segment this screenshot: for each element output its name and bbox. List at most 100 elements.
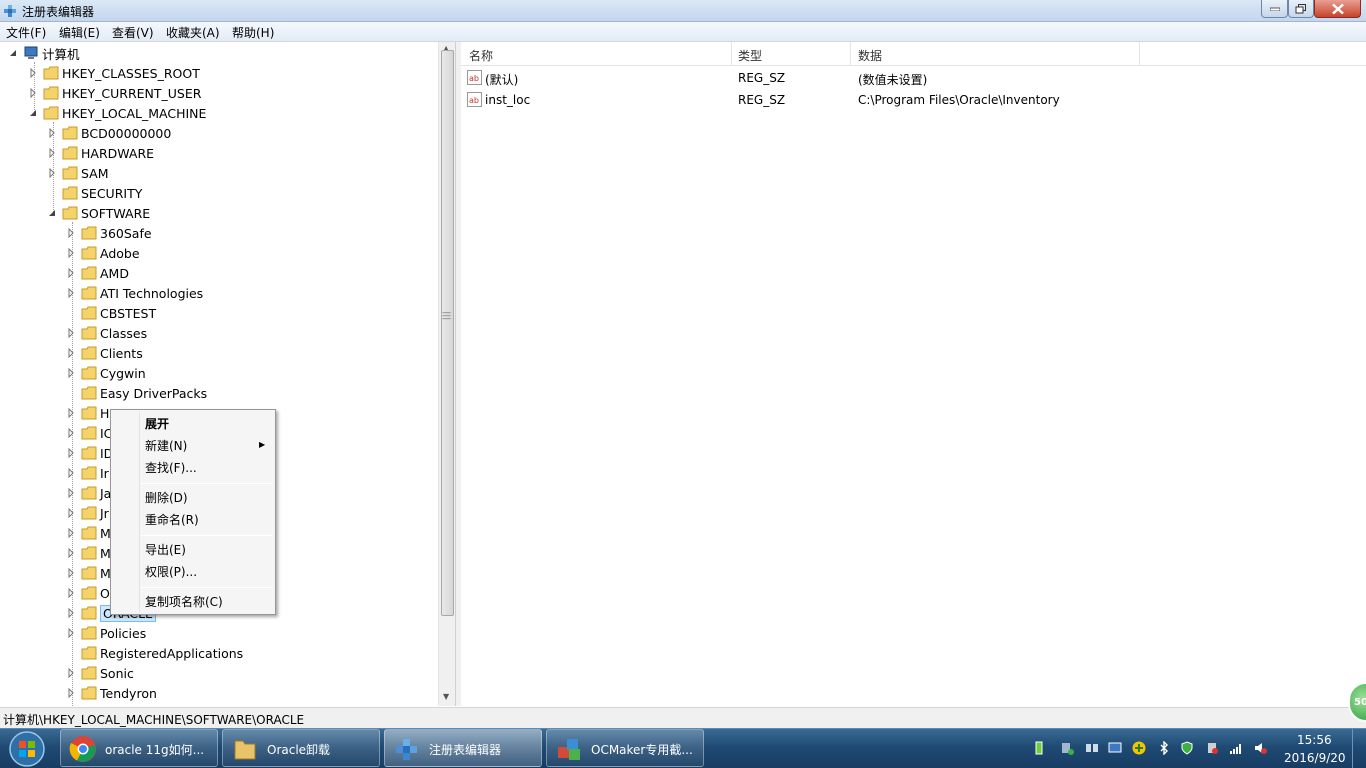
tree-item-software-child[interactable]: M — [66, 523, 111, 543]
menu-item-copy-key-name[interactable]: 复制项名称(C) — [145, 593, 223, 610]
menu-help[interactable]: 帮助(H) — [230, 24, 276, 41]
list-row[interactable]: ab inst_loc REG_SZ C:\Program Files\Orac… — [461, 89, 1366, 111]
column-data[interactable]: 数据 — [858, 47, 882, 64]
shield-icon[interactable] — [1180, 741, 1194, 755]
tree-item-software-child[interactable]: Adobe — [66, 243, 140, 263]
menu-item-rename[interactable]: 重命名(R) — [145, 511, 199, 528]
menu-item-find[interactable]: 查找(F)... — [145, 459, 197, 476]
tree-item-software-child[interactable]: M — [66, 563, 111, 583]
tree-scrollbar[interactable]: ▲ — — — ▼ — [438, 42, 455, 706]
expand-arrow-icon[interactable] — [66, 428, 76, 438]
collapse-arrow-icon[interactable] — [8, 48, 18, 58]
expand-arrow-icon[interactable] — [66, 368, 76, 378]
menu-view[interactable]: 查看(V) — [110, 24, 156, 41]
tree-item-sam[interactable]: SAM — [47, 163, 109, 183]
column-type[interactable]: 类型 — [738, 47, 762, 64]
expand-arrow-icon[interactable] — [66, 628, 76, 638]
tree-item-software-child[interactable]: Ja — [66, 483, 111, 503]
tree-item-software-child[interactable]: O — [66, 583, 110, 603]
expand-arrow-icon[interactable] — [66, 408, 76, 418]
taskbar-button-explorer[interactable]: Oracle卸载 — [222, 729, 380, 767]
expand-arrow-icon[interactable] — [66, 528, 76, 538]
tree-item-software-child[interactable]: Jr — [66, 503, 109, 523]
scroll-down-icon[interactable]: ▼ — [443, 692, 449, 701]
menu-item-permissions[interactable]: 权限(P)... — [145, 563, 197, 580]
expand-arrow-icon[interactable] — [66, 268, 76, 278]
scroll-thumb[interactable] — [441, 50, 454, 616]
tree-item-software-child[interactable]: Tendyron — [66, 683, 157, 703]
tree-item-software-child[interactable]: ID — [66, 443, 113, 463]
tree-item-software-child[interactable]: Cygwin — [66, 363, 146, 383]
start-button[interactable] — [4, 730, 50, 768]
list-row[interactable]: ab (默认) REG_SZ (数值未设置) — [461, 67, 1366, 89]
tree-item-software-child[interactable]: Sonic — [66, 663, 134, 683]
values-list[interactable]: 名称 类型 数据 ab (默认) REG_SZ (数值未设置) ab inst_… — [461, 42, 1366, 706]
close-button[interactable] — [1314, 0, 1361, 18]
tree-item-software-child[interactable]: Classes — [66, 323, 147, 343]
taskbar-button-ocmaker[interactable]: OCMaker专用截... — [546, 729, 704, 767]
tree-item-hkcu[interactable]: HKEY_CURRENT_USER — [28, 83, 201, 103]
tree-item-software-child[interactable]: ATI Technologies — [66, 283, 203, 303]
tree-item-software-child[interactable]: RegisteredApplications — [66, 643, 243, 663]
expand-arrow-icon[interactable] — [66, 688, 76, 698]
expand-arrow-icon[interactable] — [28, 88, 38, 98]
expand-arrow-icon[interactable] — [66, 348, 76, 358]
battery-icon[interactable] — [1032, 741, 1046, 755]
taskbar-button-regedit[interactable]: 注册表编辑器 — [384, 729, 542, 767]
tree-item-software-child[interactable]: CBSTEST — [66, 303, 156, 323]
expand-arrow-icon[interactable] — [66, 468, 76, 478]
menu-edit[interactable]: 编辑(E) — [57, 24, 102, 41]
tree-item-bcd[interactable]: BCD00000000 — [47, 123, 171, 143]
tree-item-security[interactable]: SECURITY — [47, 183, 142, 203]
tree-item-hklm[interactable]: HKEY_LOCAL_MACHINE — [28, 103, 206, 123]
expand-arrow-icon[interactable] — [66, 508, 76, 518]
expand-arrow-icon[interactable] — [66, 568, 76, 578]
tree-item-software-child[interactable]: 360Safe — [66, 223, 152, 243]
expand-arrow-icon[interactable] — [47, 148, 57, 158]
expand-arrow-icon[interactable] — [66, 448, 76, 458]
tree-item-hkcr[interactable]: HKEY_CLASSES_ROOT — [28, 63, 200, 83]
usb-icon[interactable] — [1205, 741, 1219, 755]
menu-item-delete[interactable]: 删除(D) — [145, 489, 188, 506]
expand-arrow-icon[interactable] — [66, 588, 76, 598]
expand-arrow-icon[interactable] — [66, 248, 76, 258]
expand-arrow-icon[interactable] — [66, 608, 76, 618]
menu-item-new[interactable]: 新建(N) — [145, 437, 187, 454]
tree-item-software-child[interactable]: M — [66, 543, 111, 563]
expand-arrow-icon[interactable] — [66, 668, 76, 678]
minimize-button[interactable] — [1261, 0, 1288, 18]
expand-arrow-icon[interactable] — [66, 288, 76, 298]
security-plus-icon[interactable] — [1132, 741, 1146, 755]
clock-date[interactable]: 2016/9/20 — [1284, 751, 1346, 765]
taskbar-button-chrome[interactable]: oracle 11g如何... — [60, 729, 218, 767]
volume-muted-icon[interactable] — [1253, 741, 1267, 755]
expand-arrow-icon[interactable] — [66, 328, 76, 338]
restore-button[interactable] — [1288, 0, 1314, 18]
network-device-icon[interactable] — [1085, 741, 1099, 755]
expand-arrow-icon[interactable] — [66, 228, 76, 238]
column-name[interactable]: 名称 — [469, 47, 493, 64]
tree-item-software-child[interactable]: AMD — [66, 263, 129, 283]
tree-item-hardware[interactable]: HARDWARE — [47, 143, 154, 163]
tree-item-software[interactable]: SOFTWARE — [47, 203, 150, 223]
expand-arrow-icon[interactable] — [66, 488, 76, 498]
menu-favorites[interactable]: 收藏夹(A) — [164, 24, 222, 41]
bluetooth-icon[interactable] — [1157, 741, 1171, 755]
tree-item-software-child[interactable]: Clients — [66, 343, 143, 363]
expand-arrow-icon[interactable] — [28, 68, 38, 78]
tree-item-software-child[interactable]: Policies — [66, 623, 146, 643]
tree-item-software-child[interactable]: Ir — [66, 463, 109, 483]
expand-arrow-icon[interactable] — [47, 168, 57, 178]
collapse-arrow-icon[interactable] — [28, 108, 38, 118]
menu-item-export[interactable]: 导出(E) — [145, 541, 186, 558]
menu-item-expand[interactable]: 展开 — [145, 415, 169, 432]
signal-icon[interactable] — [1229, 741, 1243, 755]
tree-item-software-child[interactable]: IC — [66, 423, 112, 443]
expand-arrow-icon[interactable] — [66, 548, 76, 558]
tree-item-software-child[interactable]: Easy DriverPacks — [66, 383, 207, 403]
device-icon[interactable] — [1060, 741, 1074, 755]
tree-item-computer[interactable]: 计算机 — [8, 43, 80, 63]
monitor-icon[interactable] — [1108, 741, 1122, 755]
collapse-arrow-icon[interactable] — [47, 208, 57, 218]
tree-item-software-child[interactable]: H — [66, 403, 109, 423]
